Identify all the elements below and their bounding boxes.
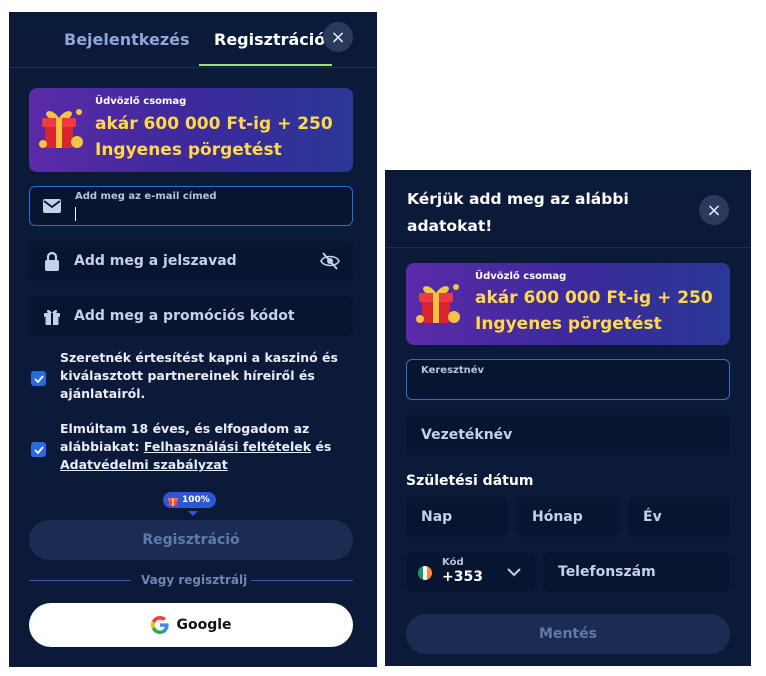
progress-badge: 100% bbox=[163, 492, 216, 508]
register-button[interactable]: Regisztráció bbox=[29, 520, 353, 560]
checkmark-icon bbox=[33, 445, 44, 454]
promo-code-placeholder: Add meg a promóciós kódot bbox=[74, 308, 295, 324]
welcome-promo-banner: Üdvözlő csomag akár 600 000 Ft-ig + 250 … bbox=[29, 88, 353, 172]
promo-headline-line1: akár 600 000 Ft-ig + 250 bbox=[475, 288, 713, 308]
active-tab-indicator bbox=[199, 64, 332, 66]
phone-placeholder: Telefonszám bbox=[558, 564, 656, 580]
phone-code-value: +353 bbox=[442, 569, 483, 585]
terms-consent-checkbox[interactable] bbox=[31, 442, 46, 457]
chevron-down-icon bbox=[507, 568, 521, 577]
text-cursor bbox=[75, 207, 76, 221]
close-button[interactable]: × bbox=[323, 22, 353, 52]
privacy-link[interactable]: Adatvédelmi szabályzat bbox=[60, 457, 228, 472]
ireland-flag-icon bbox=[418, 566, 432, 580]
divider-right bbox=[251, 580, 353, 581]
marketing-consent-text: Szeretnék értesítést kapni a kaszinó és … bbox=[60, 350, 338, 401]
phone-code-label: Kód bbox=[442, 557, 464, 568]
promo-label: Üdvözlő csomag bbox=[475, 271, 567, 282]
header-separator bbox=[385, 247, 751, 248]
details-title: Kérjük add meg az alábbi adatokat! bbox=[407, 190, 629, 235]
phone-number-field[interactable]: Telefonszám bbox=[543, 552, 730, 592]
password-placeholder: Add meg a jelszavad bbox=[74, 253, 237, 269]
terms-link[interactable]: Felhasználási feltételek bbox=[144, 439, 311, 454]
terms-consent: Elmúltam 18 éves, és elfogadom az alábbi… bbox=[31, 420, 331, 474]
registration-panel: Bejelentkezés Regisztráció × Üdvözlő cso… bbox=[9, 12, 377, 667]
or-register-text: Vagy regisztrálj bbox=[141, 573, 248, 587]
google-icon bbox=[151, 616, 170, 634]
lock-icon bbox=[42, 251, 62, 271]
gift-box-icon bbox=[416, 284, 460, 323]
first-name-label: Keresztnév bbox=[421, 365, 485, 376]
google-signup-button[interactable]: Google bbox=[29, 603, 353, 647]
promo-headline-line1: akár 600 000 Ft-ig + 250 bbox=[95, 114, 333, 134]
save-button[interactable]: Mentés bbox=[406, 614, 730, 654]
phone-code-select[interactable]: Kód +353 bbox=[406, 552, 536, 592]
checkmark-icon bbox=[33, 374, 44, 383]
close-button[interactable]: × bbox=[699, 195, 729, 225]
gift-box-icon bbox=[39, 109, 83, 148]
welcome-promo-banner: Üdvözlő csomag akár 600 000 Ft-ig + 250 … bbox=[406, 263, 730, 345]
promo-label: Üdvözlő csomag bbox=[95, 96, 187, 107]
marketing-consent: Szeretnék értesítést kapni a kaszinó és … bbox=[31, 349, 338, 403]
password-field[interactable]: Add meg a jelszavad bbox=[29, 241, 353, 281]
eye-off-icon[interactable] bbox=[320, 252, 340, 274]
last-name-field[interactable]: Vezetéknév bbox=[406, 415, 730, 455]
promo-headline-line2: Ingyenes pörgetést bbox=[475, 314, 662, 334]
gift-icon bbox=[168, 498, 178, 506]
email-label: Add meg az e-mail címed bbox=[75, 191, 217, 202]
birth-year-field[interactable]: Év bbox=[628, 497, 730, 537]
promo-code-field[interactable]: Add meg a promóciós kódot bbox=[29, 296, 353, 336]
close-icon: × bbox=[706, 199, 722, 221]
divider-left bbox=[29, 580, 131, 581]
promo-headline-line2: Ingyenes pörgetést bbox=[95, 140, 282, 160]
email-field[interactable]: Add meg az e-mail címed bbox=[29, 186, 353, 226]
last-name-placeholder: Vezetéknév bbox=[421, 427, 513, 443]
marketing-consent-checkbox[interactable] bbox=[31, 371, 46, 386]
birth-month-field[interactable]: Hónap bbox=[517, 497, 619, 537]
gift-icon bbox=[42, 306, 62, 326]
details-panel: Kérjük add meg az alábbi adatokat! × Üdv… bbox=[385, 170, 751, 666]
envelope-icon bbox=[42, 196, 62, 216]
birth-date-label: Születési dátum bbox=[406, 473, 534, 489]
auth-tabs: Bejelentkezés Regisztráció bbox=[9, 12, 377, 68]
first-name-field[interactable]: Keresztnév bbox=[406, 359, 730, 400]
badge-pointer bbox=[188, 511, 198, 516]
close-icon: × bbox=[330, 26, 346, 48]
terms-consent-text: Elmúltam 18 éves, és elfogadom az alábbi… bbox=[60, 421, 332, 472]
tab-login[interactable]: Bejelentkezés bbox=[64, 30, 190, 49]
tab-register[interactable]: Regisztráció bbox=[214, 30, 325, 49]
birth-day-field[interactable]: Nap bbox=[406, 497, 508, 537]
